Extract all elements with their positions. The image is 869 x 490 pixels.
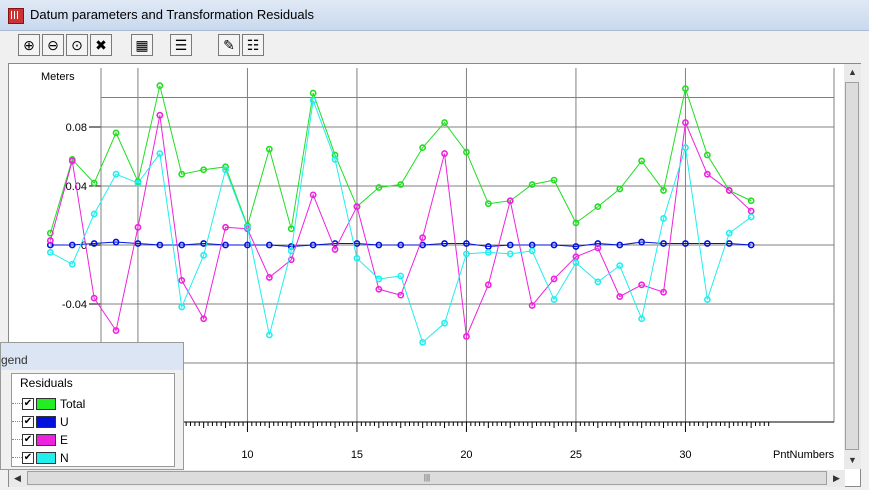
legend-root-label: Residuals <box>20 376 73 390</box>
legend-item-label: E <box>60 433 69 447</box>
x-tick-label: 25 <box>570 449 582 461</box>
zoom-out-icon[interactable]: ⊖ <box>42 34 64 56</box>
legend-tree: Residuals ✔ Total ✔ U ✔ E ✔ N <box>11 373 175 467</box>
tree-connector <box>12 403 22 404</box>
zoom-in-icon[interactable]: ⊕ <box>18 34 40 56</box>
y-tick-label: -0.04 <box>62 299 87 311</box>
list-icon[interactable]: ☰ <box>170 34 192 56</box>
legend-swatch <box>36 398 56 410</box>
legend-header[interactable]: gend <box>1 343 183 370</box>
vertical-scrollbar[interactable]: ▲ ▼ <box>844 64 861 469</box>
x-tick-label: 10 <box>241 449 253 461</box>
tree-connector <box>12 421 22 422</box>
toolbar: ⊕ ⊖ ⊙ ✖ ▦ ☰ ✎ ☷ <box>0 31 869 61</box>
zoom-reset-icon[interactable]: ⊙ <box>66 34 88 56</box>
legend-swatch <box>36 452 56 464</box>
x-tick-label: 15 <box>351 449 363 461</box>
legend-item-label: U <box>60 415 69 429</box>
legend-item-label: Total <box>60 397 86 411</box>
checkbox-icon[interactable]: ✔ <box>22 452 34 464</box>
legend-panel: gend Residuals ✔ Total ✔ U ✔ E ✔ N <box>0 342 184 470</box>
legend-swatch <box>36 434 56 446</box>
checkbox-icon[interactable]: ✔ <box>22 398 34 410</box>
legend-swatch <box>36 416 56 428</box>
legend-item-label: N <box>60 451 69 465</box>
x-tick-label: 30 <box>679 449 691 461</box>
scroll-up-icon[interactable]: ▲ <box>844 64 861 81</box>
y-tick-label: 0.08 <box>66 122 87 134</box>
legend-item-total[interactable]: ✔ Total <box>12 395 172 413</box>
scroll-down-icon[interactable]: ▼ <box>844 452 861 469</box>
scroll-right-icon[interactable]: ▶ <box>828 470 845 487</box>
app-icon <box>8 8 24 24</box>
legend-item-u[interactable]: ✔ U <box>12 413 172 431</box>
tree-connector <box>12 457 22 458</box>
horizontal-scroll-thumb[interactable]: ||| <box>27 471 827 485</box>
legend-title: gend <box>1 353 28 367</box>
scroll-left-icon[interactable]: ◀ <box>9 470 26 487</box>
checkbox-icon[interactable]: ✔ <box>22 416 34 428</box>
delete-icon[interactable]: ✖ <box>90 34 112 56</box>
checkbox-icon[interactable]: ✔ <box>22 434 34 446</box>
horizontal-scrollbar[interactable]: ◀ ||| ▶ <box>9 470 845 487</box>
y-axis-label: Meters <box>41 71 75 83</box>
report-icon[interactable]: ☷ <box>242 34 264 56</box>
series-line-e <box>49 115 752 339</box>
legend-item-e[interactable]: ✔ E <box>12 431 172 449</box>
tree-connector <box>12 439 22 440</box>
x-axis-label: PntNumbers <box>773 449 835 461</box>
edit-icon[interactable]: ✎ <box>218 34 240 56</box>
window-title: Datum parameters and Transformation Resi… <box>30 7 314 22</box>
legend-item-n[interactable]: ✔ N <box>12 449 172 467</box>
grid-icon[interactable]: ▦ <box>131 34 153 56</box>
x-tick-label: 20 <box>460 449 472 461</box>
title-bar: Datum parameters and Transformation Resi… <box>0 0 869 31</box>
vertical-scroll-thumb[interactable] <box>845 82 859 450</box>
